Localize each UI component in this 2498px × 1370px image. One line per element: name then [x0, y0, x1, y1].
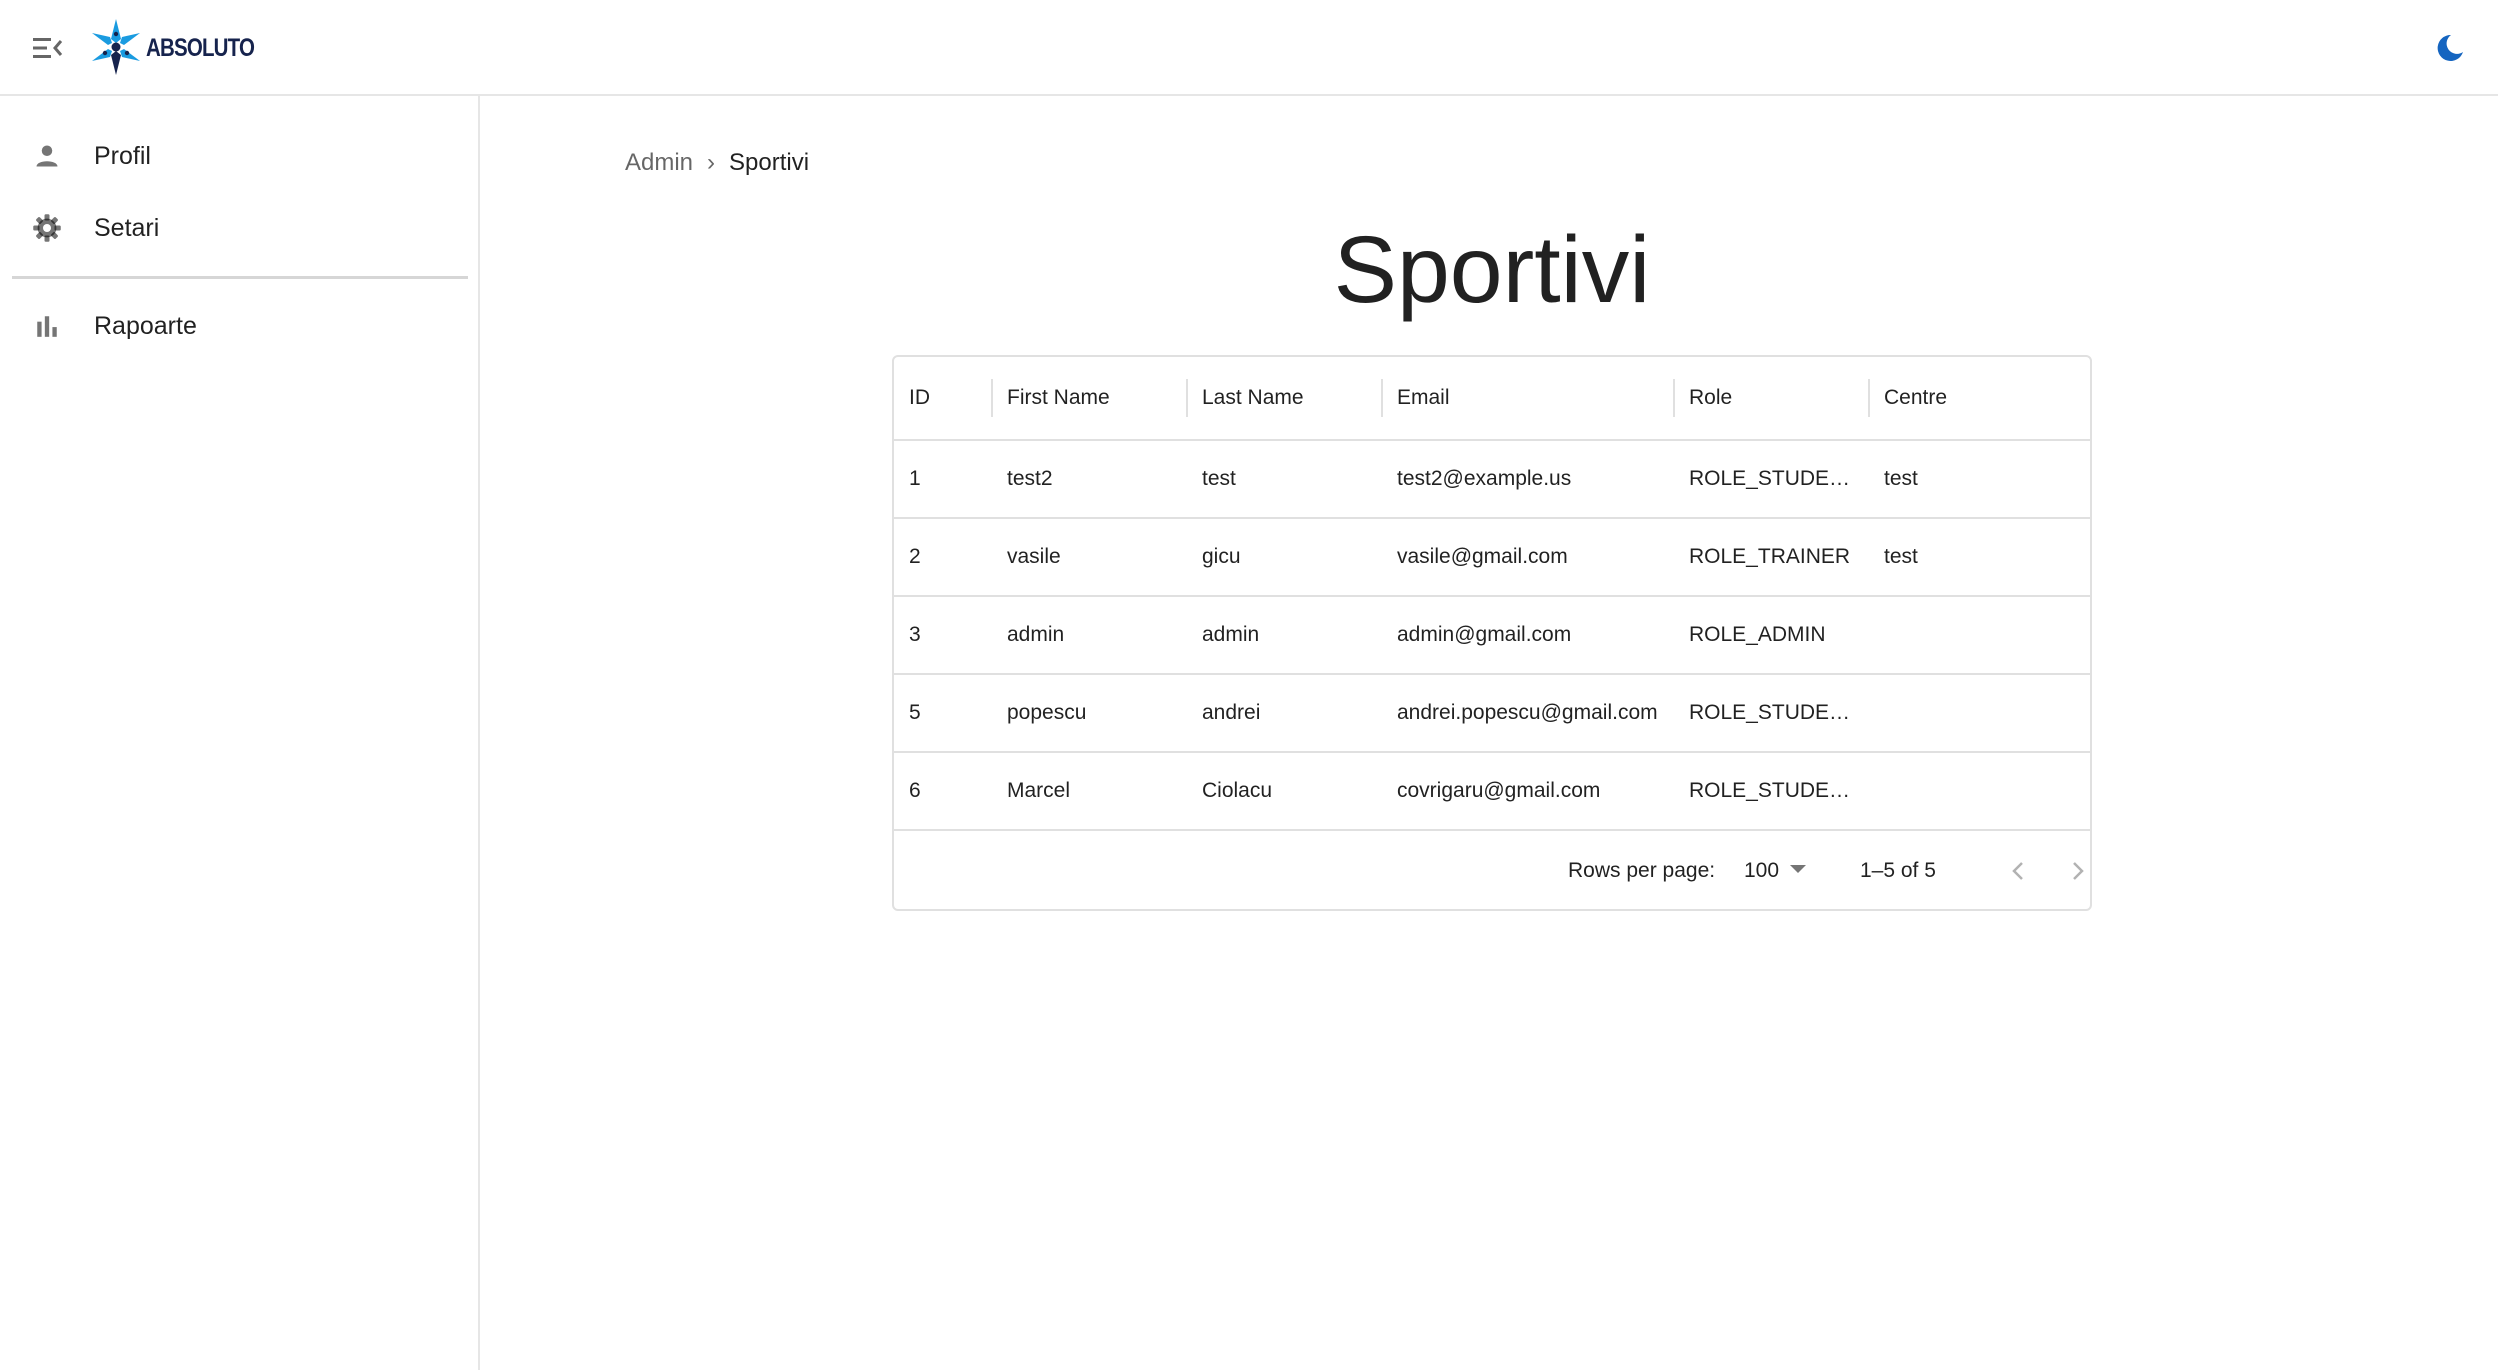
table-row[interactable]: 5 popescu andrei andrei.popescu@gmail.co…	[894, 675, 2090, 753]
cell-role: ROLE_ADMIN	[1689, 623, 1826, 646]
cell-id: 1	[909, 467, 921, 490]
column-separator[interactable]	[1186, 379, 1188, 417]
table-row[interactable]: 3 admin admin admin@gmail.com ROLE_ADMIN	[894, 597, 2090, 675]
column-header-last-name[interactable]: Last Name	[1202, 357, 1304, 439]
chevron-right-icon	[2073, 862, 2084, 880]
cell-email: andrei.popescu@gmail.com	[1397, 701, 1658, 724]
cell-centre: test	[1884, 467, 1918, 490]
cell-email: vasile@gmail.com	[1397, 545, 1568, 568]
cell-last-name: admin	[1202, 623, 1260, 646]
cell-first-name: test2	[1007, 467, 1053, 490]
cell-email: admin@gmail.com	[1397, 623, 1572, 646]
next-page-button[interactable]	[2056, 849, 2090, 893]
cell-last-name: andrei	[1202, 701, 1261, 724]
cell-role: ROLE_STUDENT	[1689, 779, 1853, 802]
column-separator[interactable]	[1381, 379, 1383, 417]
column-header-role[interactable]: Role	[1689, 357, 1732, 439]
star-logo-icon	[92, 19, 140, 75]
cell-centre	[1884, 597, 2074, 673]
data-grid: ID First Name Last Name Email Role Centr…	[892, 355, 2092, 911]
cell-last-name: Ciolacu	[1202, 779, 1273, 802]
menu-open-icon[interactable]	[26, 28, 70, 68]
rows-per-page-label: Rows per page:	[1568, 859, 1716, 882]
breadcrumb-separator: ›	[707, 149, 716, 176]
cell-last-name: test	[1202, 467, 1236, 490]
breadcrumb-admin-link[interactable]: Admin	[625, 149, 693, 177]
cell-role: ROLE_TRAINER	[1689, 545, 1851, 568]
cell-email: covrigaru@gmail.com	[1397, 779, 1601, 802]
cell-first-name: popescu	[1007, 701, 1087, 724]
sidebar: Profil Setari Rapoarte	[0, 96, 480, 1370]
app-bar: ABSOLUTO	[0, 0, 2498, 96]
cell-centre: test	[1884, 545, 1918, 568]
cell-role: ROLE_STUDENT	[1689, 701, 1853, 724]
cell-email: test2@example.us	[1397, 467, 1572, 490]
cell-first-name: vasile	[1007, 545, 1061, 568]
table-row[interactable]: 2 vasile gicu vasile@gmail.com ROLE_TRAI…	[894, 519, 2090, 597]
column-separator[interactable]	[1673, 379, 1675, 417]
breadcrumb-current: Sportivi	[729, 149, 810, 176]
table-row[interactable]: 1 test2 test test2@example.us ROLE_STUDE…	[894, 441, 2090, 519]
breadcrumb: Admin › Sportivi	[625, 148, 809, 178]
column-header-id[interactable]: ID	[909, 357, 930, 439]
chevron-left-icon	[2012, 862, 2023, 880]
sidebar-item-label: Rapoarte	[94, 311, 197, 340]
column-separator[interactable]	[1868, 379, 1870, 417]
brand-name: ABSOLUTO	[146, 33, 255, 62]
cell-last-name: gicu	[1202, 545, 1241, 568]
pagination-range: 1–5 of 5	[1860, 859, 1936, 882]
cell-first-name: admin	[1007, 623, 1065, 646]
page-title: Sportivi	[1333, 217, 1651, 323]
table-row[interactable]: 6 Marcel Ciolacu covrigaru@gmail.com ROL…	[894, 753, 2090, 831]
gear-icon	[30, 211, 64, 245]
bar-chart-icon	[30, 309, 64, 343]
sidebar-item-label: Profil	[94, 141, 151, 170]
column-separator[interactable]	[991, 379, 993, 417]
cell-id: 5	[909, 701, 921, 724]
cell-id: 2	[909, 545, 921, 568]
sidebar-item-setari[interactable]: Setari	[0, 192, 478, 264]
sidebar-divider	[12, 276, 468, 279]
cell-centre	[1884, 675, 2074, 751]
cell-centre	[1884, 753, 2074, 829]
brand-logo[interactable]: ABSOLUTO	[88, 16, 278, 80]
cell-role: ROLE_STUDENT	[1689, 467, 1853, 490]
cell-first-name: Marcel	[1007, 779, 1071, 802]
column-header-centre[interactable]: Centre	[1884, 357, 1947, 439]
cell-id: 3	[909, 623, 921, 646]
grid-footer: Rows per page: 100 1–5 of 5	[894, 831, 2090, 909]
column-header-first-name[interactable]: First Name	[1007, 357, 1110, 439]
cell-id: 6	[909, 779, 921, 802]
sidebar-item-label: Setari	[94, 213, 160, 242]
grid-header: ID First Name Last Name Email Role Centr…	[894, 357, 2090, 441]
column-header-email[interactable]: Email	[1397, 357, 1450, 439]
sidebar-item-rapoarte[interactable]: Rapoarte	[0, 290, 478, 362]
previous-page-button[interactable]	[1996, 849, 2040, 893]
sidebar-item-profil[interactable]: Profil	[0, 120, 478, 192]
person-icon	[30, 139, 64, 173]
chevron-down-icon[interactable]	[1790, 865, 1806, 873]
moon-icon[interactable]	[2426, 26, 2474, 70]
